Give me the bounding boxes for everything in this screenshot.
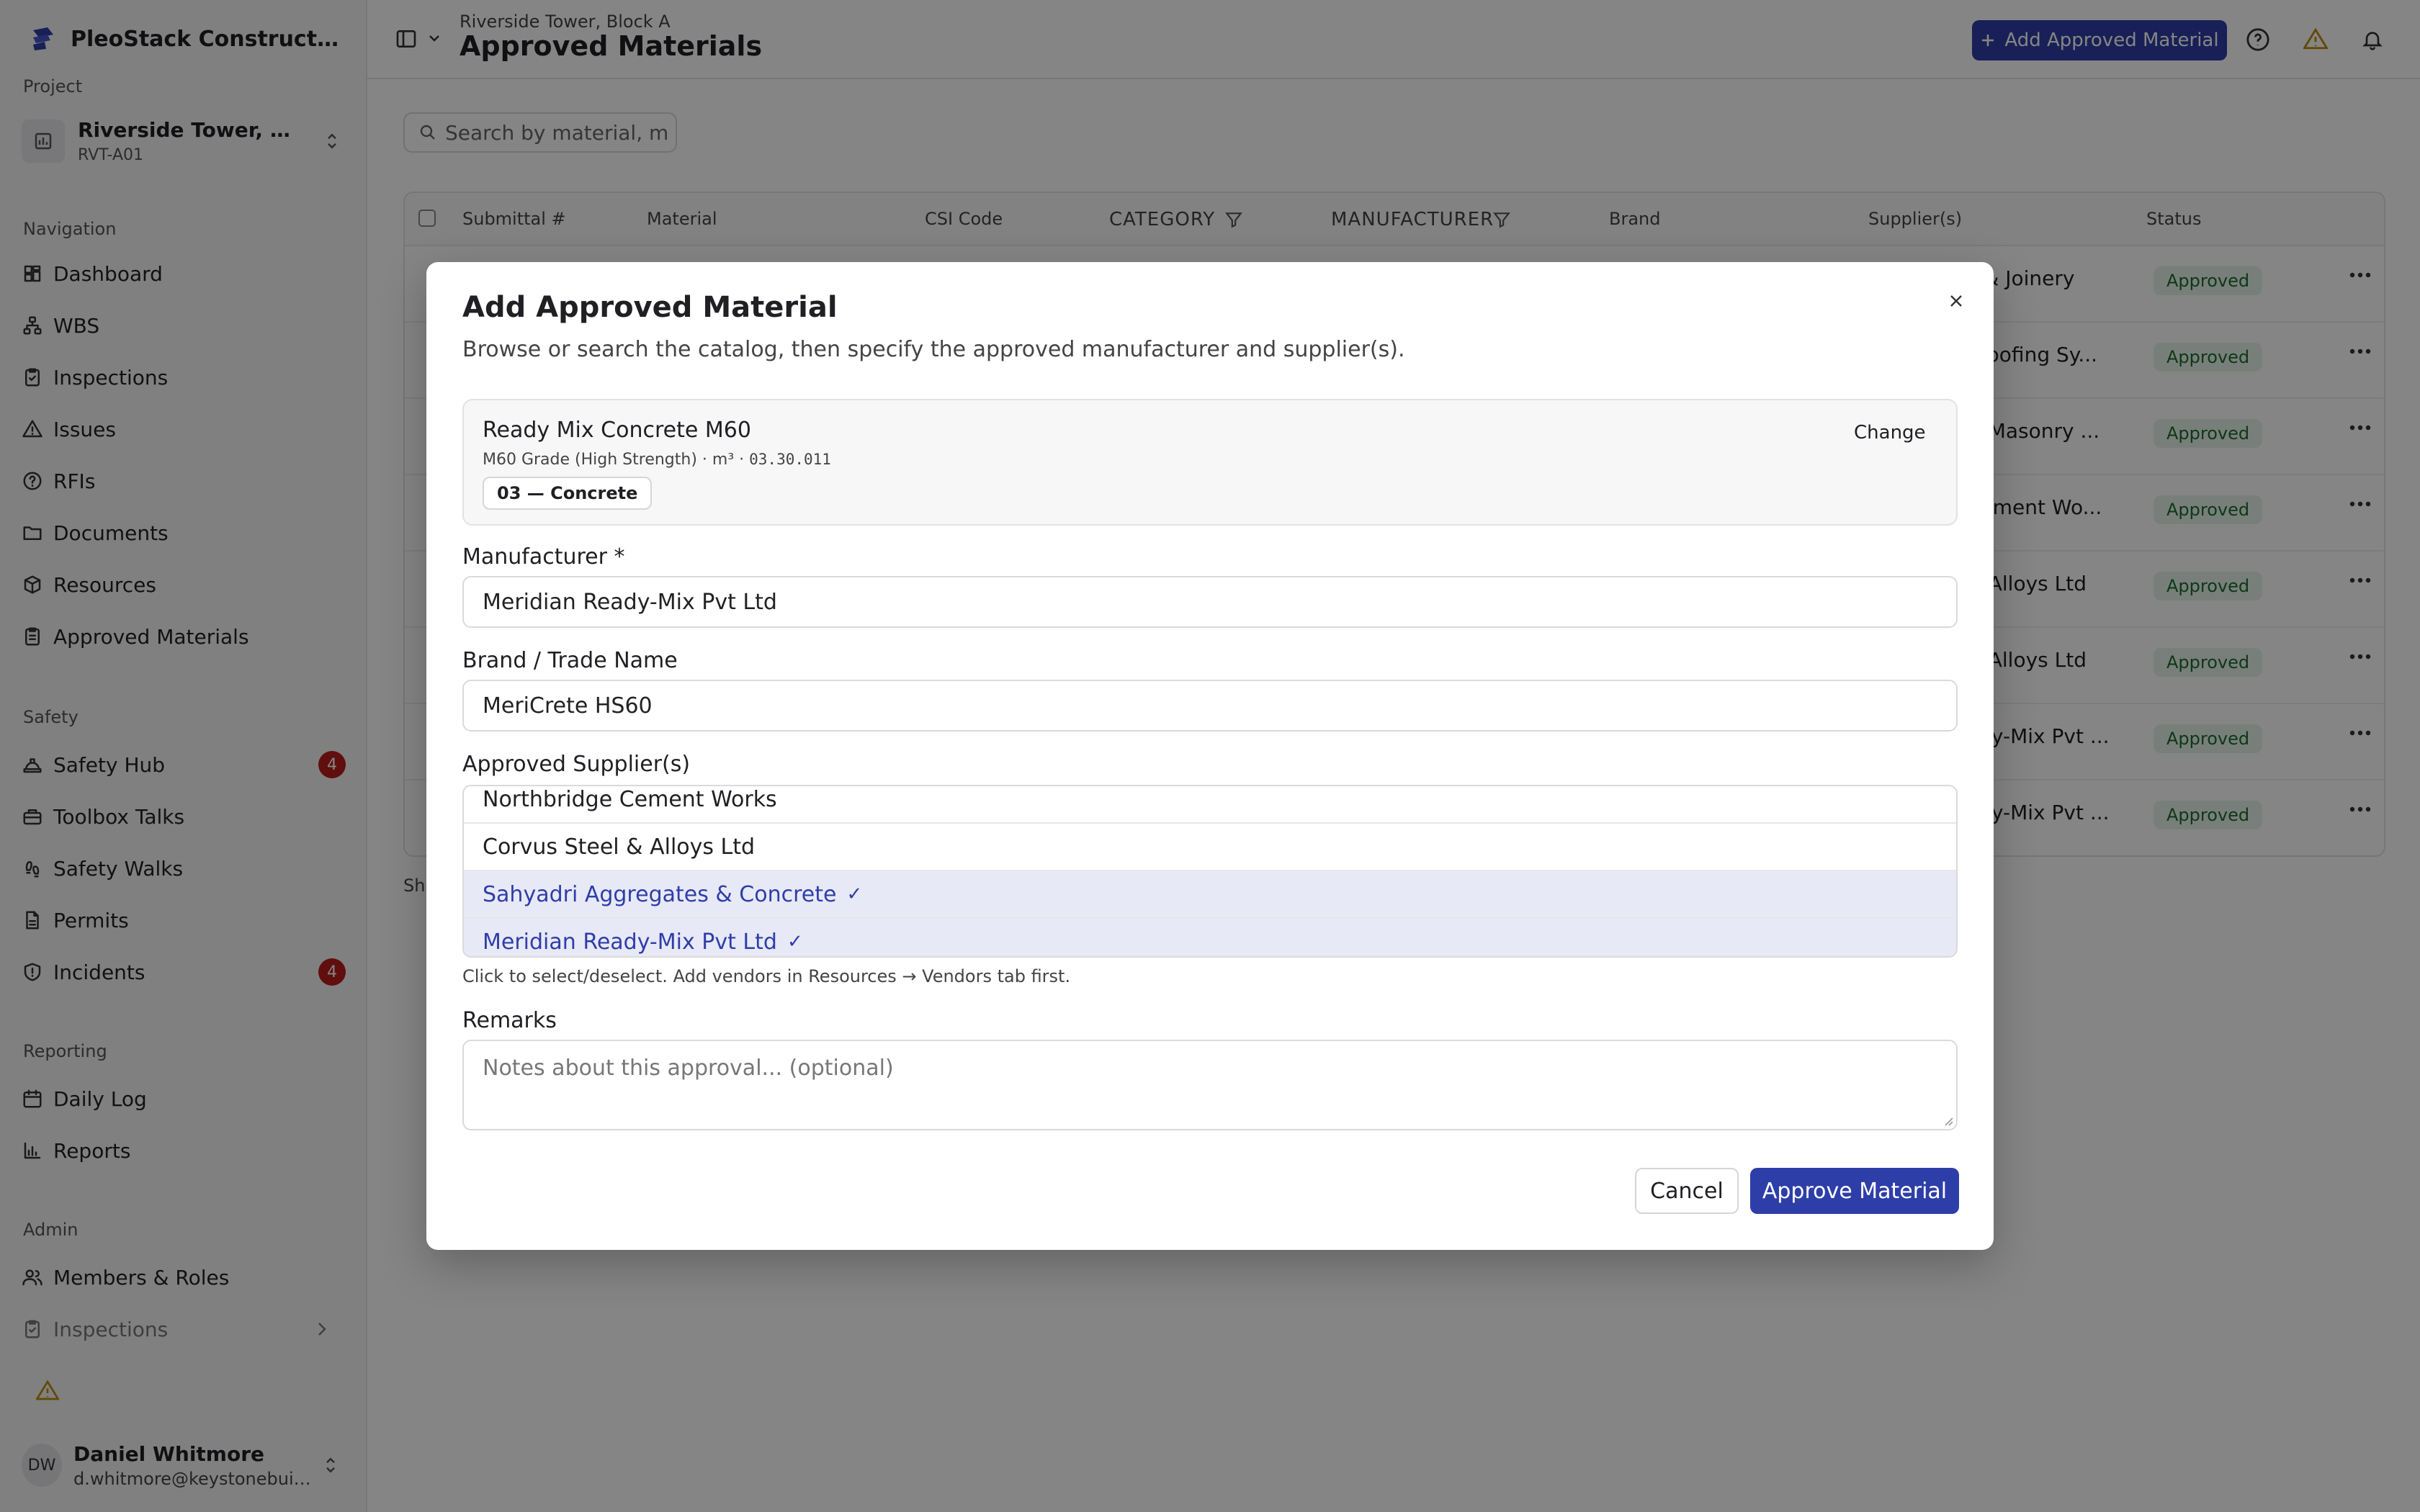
change-button[interactable]: Change: [1854, 422, 1926, 444]
dialog-subtitle: Browse or search the catalog, then speci…: [462, 337, 1405, 362]
remarks-label: Remarks: [462, 1008, 557, 1033]
catalog-item-meta: M60 Grade (High Strength) · m³ · 03.30.0…: [483, 451, 831, 469]
supplier-option[interactable]: Sahyadri Aggregates & Concrete ✓: [464, 871, 1956, 919]
catalog-item-code: 03.30.011: [749, 451, 831, 468]
close-icon: [1948, 292, 1965, 310]
supplier-option-label: Corvus Steel & Alloys Ltd: [483, 834, 756, 860]
manufacturer-label: Manufacturer *: [462, 544, 625, 570]
brand-input[interactable]: MeriCrete HS60: [462, 680, 1958, 732]
brand-label: Brand / Trade Name: [462, 648, 678, 673]
supplier-option-label: Sahyadri Aggregates & Concrete: [483, 881, 837, 907]
suppliers-hint: Click to select/deselect. Add vendors in…: [462, 966, 1071, 986]
selected-catalog-item: Ready Mix Concrete M60 M60 Grade (High S…: [462, 399, 1958, 526]
suppliers-list[interactable]: Northbridge Cement Works Corvus Steel & A…: [462, 785, 1958, 958]
supplier-option[interactable]: Northbridge Cement Works: [464, 786, 1956, 824]
catalog-item-spec: M60 Grade (High Strength) · m³ ·: [483, 451, 750, 469]
dialog-title: Add Approved Material: [462, 291, 838, 324]
supplier-option[interactable]: Meridian Ready-Mix Pvt Ltd ✓: [464, 919, 1956, 956]
remarks-textarea[interactable]: Notes about this approval... (optional): [462, 1040, 1958, 1130]
catalog-item-name: Ready Mix Concrete M60: [483, 418, 751, 443]
close-button[interactable]: [1940, 285, 1972, 317]
approve-material-button[interactable]: Approve Material: [1750, 1168, 1959, 1214]
supplier-option-label: Meridian Ready-Mix Pvt Ltd: [483, 929, 777, 955]
supplier-option-label: Northbridge Cement Works: [483, 786, 777, 812]
suppliers-label: Approved Supplier(s): [462, 752, 691, 777]
cancel-button[interactable]: Cancel: [1635, 1168, 1739, 1214]
check-icon: ✓: [786, 931, 803, 953]
category-badge: 03 — Concrete: [483, 477, 653, 510]
resize-handle-icon[interactable]: [1943, 1116, 1953, 1126]
supplier-option[interactable]: Corvus Steel & Alloys Ltd: [464, 824, 1956, 871]
add-approved-material-dialog: Add Approved Material Browse or search t…: [426, 262, 1994, 1250]
check-icon: ✓: [846, 883, 863, 905]
manufacturer-input[interactable]: Meridian Ready-Mix Pvt Ltd: [462, 576, 1958, 628]
